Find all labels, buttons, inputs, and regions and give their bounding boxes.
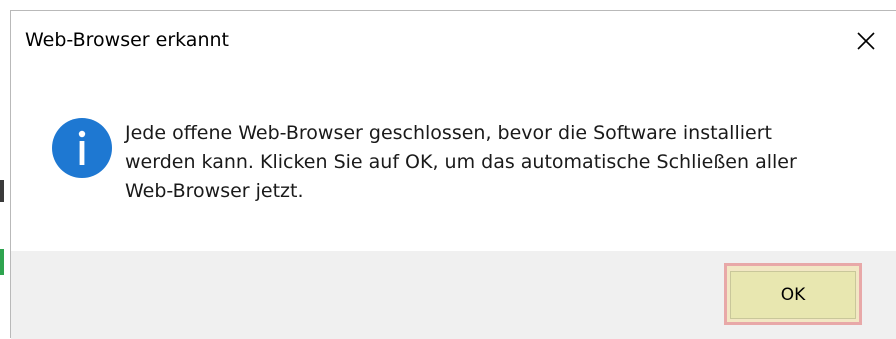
info-icon: [52, 118, 112, 178]
background-window-edge: [0, 180, 4, 202]
message-line: Web-Browser jetzt.: [125, 180, 304, 202]
dialog-titlebar: Web-Browser erkannt: [11, 11, 896, 69]
close-button[interactable]: [843, 19, 889, 63]
close-icon: [857, 32, 875, 50]
background-window-accent: [0, 249, 4, 275]
message-dialog: Web-Browser erkannt Jede offene Web-Brow…: [10, 10, 896, 339]
message-line: Jede offene Web-Browser geschlossen, bev…: [125, 122, 772, 144]
dialog-footer: OK: [11, 251, 896, 339]
message-line: werden kann. Klicken Sie auf OK, um das …: [125, 151, 797, 173]
dialog-content: Jede offene Web-Browser geschlossen, bev…: [11, 69, 896, 251]
dialog-title: Web-Browser erkannt: [25, 29, 229, 51]
dialog-message: Jede offene Web-Browser geschlossen, bev…: [125, 119, 885, 206]
ok-button[interactable]: OK: [730, 271, 856, 319]
